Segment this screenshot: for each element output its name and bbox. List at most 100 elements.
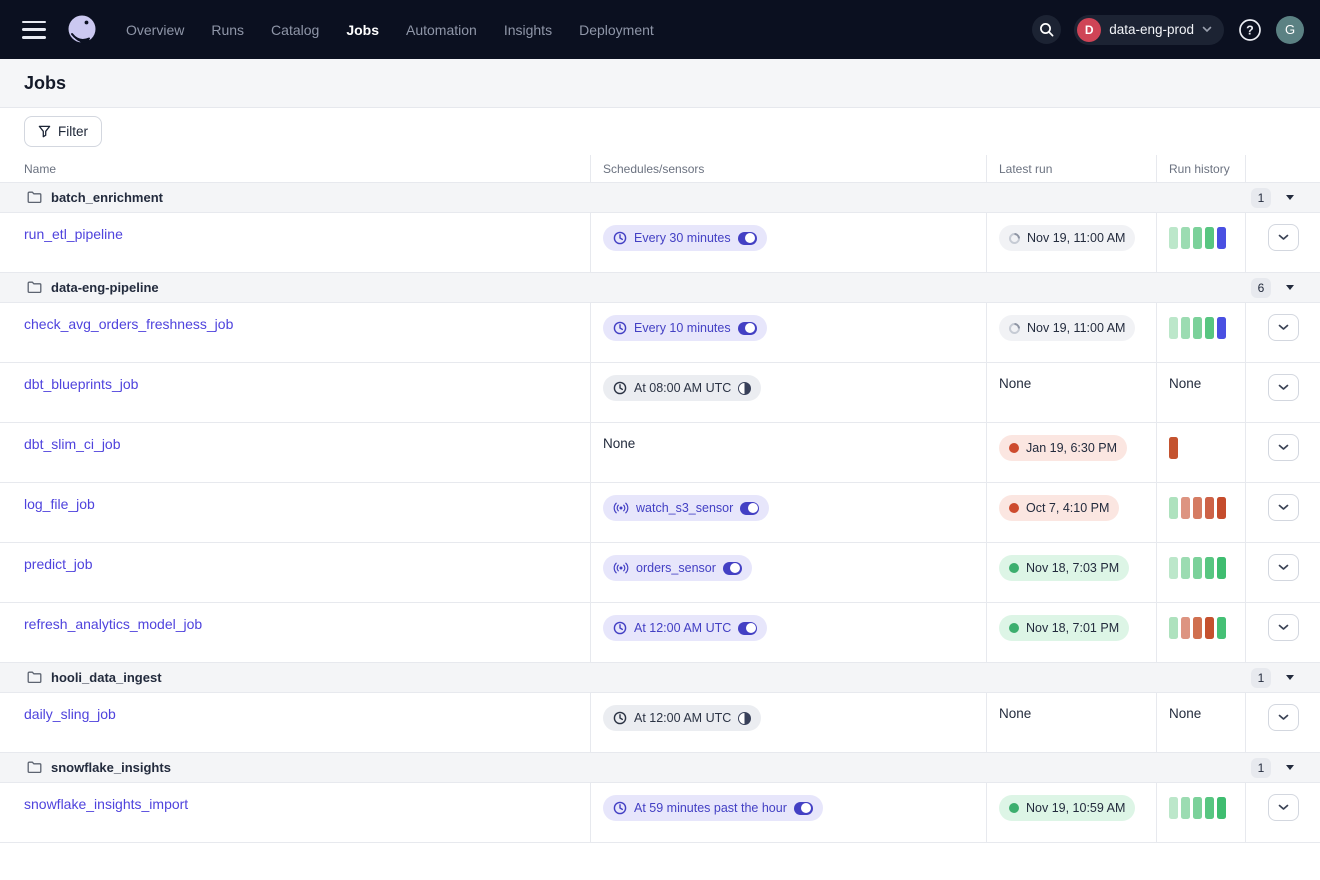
menu-icon[interactable] (22, 21, 46, 39)
nav-item-deployment[interactable]: Deployment (579, 22, 654, 38)
nav-item-catalog[interactable]: Catalog (271, 22, 319, 38)
deployment-switcher[interactable]: D data-eng-prod (1074, 15, 1224, 45)
nav-item-insights[interactable]: Insights (504, 22, 552, 38)
latest-run-badge[interactable]: Nov 18, 7:01 PM (999, 615, 1129, 641)
chevron-down-icon (1278, 324, 1289, 331)
run-history-bar[interactable] (1169, 617, 1178, 639)
run-history-bar[interactable] (1217, 557, 1226, 579)
job-link[interactable]: daily_sling_job (24, 706, 116, 722)
schedule-toggle[interactable] (738, 622, 757, 635)
expand-row-button[interactable] (1268, 704, 1299, 731)
schedule-toggle[interactable] (738, 232, 757, 245)
expand-row-button[interactable] (1268, 554, 1299, 581)
run-history-bar[interactable] (1205, 797, 1214, 819)
run-history-bar[interactable] (1169, 557, 1178, 579)
schedule-toggle[interactable] (740, 502, 759, 515)
expand-row-button[interactable] (1268, 614, 1299, 641)
job-link[interactable]: snowflake_insights_import (24, 796, 188, 812)
schedule-toggle[interactable] (738, 382, 751, 395)
expand-row-button[interactable] (1268, 314, 1299, 341)
schedule-badge[interactable]: Every 10 minutes (603, 315, 767, 341)
run-history-bar[interactable] (1193, 317, 1202, 339)
nav-item-automation[interactable]: Automation (406, 22, 477, 38)
group-collapse-caret-icon[interactable] (1286, 285, 1294, 290)
sensor-badge[interactable]: orders_sensor (603, 555, 752, 581)
run-history-bar[interactable] (1217, 797, 1226, 819)
group-row[interactable]: batch_enrichment 1 (0, 183, 1320, 213)
nav-item-jobs[interactable]: Jobs (346, 22, 379, 38)
latest-run-badge[interactable]: Nov 19, 11:00 AM (999, 225, 1135, 251)
group-row[interactable]: hooli_data_ingest 1 (0, 663, 1320, 693)
schedule-toggle[interactable] (723, 562, 742, 575)
schedule-toggle[interactable] (738, 322, 757, 335)
schedule-label: Every 10 minutes (634, 321, 731, 335)
user-avatar[interactable]: G (1276, 16, 1304, 44)
run-history-bar[interactable] (1193, 797, 1202, 819)
latest-run-badge[interactable]: Nov 19, 11:00 AM (999, 315, 1135, 341)
schedule-badge[interactable]: At 12:00 AM UTC (603, 615, 767, 641)
schedule-toggle[interactable] (794, 802, 813, 815)
run-history-bar[interactable] (1181, 797, 1190, 819)
expand-row-button[interactable] (1268, 374, 1299, 401)
latest-run-badge[interactable]: Nov 18, 7:03 PM (999, 555, 1129, 581)
run-history-bar[interactable] (1169, 497, 1178, 519)
schedule-badge[interactable]: At 59 minutes past the hour (603, 795, 823, 821)
job-link[interactable]: check_avg_orders_freshness_job (24, 316, 233, 332)
run-history-bar[interactable] (1217, 497, 1226, 519)
dagster-logo-icon[interactable] (64, 12, 100, 48)
job-link[interactable]: run_etl_pipeline (24, 226, 123, 242)
run-history-bar[interactable] (1205, 617, 1214, 639)
nav-item-runs[interactable]: Runs (211, 22, 244, 38)
run-history-bar[interactable] (1169, 437, 1178, 459)
schedule-badge[interactable]: At 12:00 AM UTC (603, 705, 761, 731)
run-history-bar[interactable] (1169, 317, 1178, 339)
run-history-bar[interactable] (1169, 797, 1178, 819)
run-history-bar[interactable] (1181, 227, 1190, 249)
group-collapse-caret-icon[interactable] (1286, 195, 1294, 200)
nav-item-overview[interactable]: Overview (126, 22, 184, 38)
latest-run-badge[interactable]: Nov 19, 10:59 AM (999, 795, 1135, 821)
run-history-bar[interactable] (1217, 317, 1226, 339)
run-history-bar[interactable] (1205, 227, 1214, 249)
latest-run-none: None (999, 376, 1031, 391)
run-history-cell: None (1156, 363, 1245, 422)
run-history-bar[interactable] (1193, 557, 1202, 579)
run-history-bar[interactable] (1205, 317, 1214, 339)
group-row[interactable]: data-eng-pipeline 6 (0, 273, 1320, 303)
expand-row-button[interactable] (1268, 224, 1299, 251)
run-history-bar[interactable] (1181, 557, 1190, 579)
group-row[interactable]: snowflake_insights 1 (0, 753, 1320, 783)
expand-row-button[interactable] (1268, 794, 1299, 821)
run-history-bar[interactable] (1181, 617, 1190, 639)
run-history-bar[interactable] (1205, 557, 1214, 579)
expand-row-button[interactable] (1268, 494, 1299, 521)
run-history-bar[interactable] (1217, 227, 1226, 249)
run-history-bar[interactable] (1217, 617, 1226, 639)
job-link[interactable]: predict_job (24, 556, 93, 572)
latest-run-badge[interactable]: Jan 19, 6:30 PM (999, 435, 1127, 461)
run-history-bar[interactable] (1193, 497, 1202, 519)
search-icon[interactable] (1032, 15, 1061, 44)
schedule-badge[interactable]: Every 30 minutes (603, 225, 767, 251)
success-dot-icon (1009, 563, 1019, 573)
run-history-bar[interactable] (1193, 617, 1202, 639)
run-history-bar[interactable] (1181, 317, 1190, 339)
schedule-badge[interactable]: At 08:00 AM UTC (603, 375, 761, 401)
group-collapse-caret-icon[interactable] (1286, 765, 1294, 770)
run-history-bar[interactable] (1205, 497, 1214, 519)
job-link[interactable]: log_file_job (24, 496, 95, 512)
sensor-badge[interactable]: watch_s3_sensor (603, 495, 769, 521)
run-history-bar[interactable] (1181, 497, 1190, 519)
group-collapse-caret-icon[interactable] (1286, 675, 1294, 680)
latest-run-badge[interactable]: Oct 7, 4:10 PM (999, 495, 1119, 521)
run-history-bar[interactable] (1193, 227, 1202, 249)
help-icon[interactable]: ? (1237, 17, 1263, 43)
job-link[interactable]: refresh_analytics_model_job (24, 616, 202, 632)
expand-row-button[interactable] (1268, 434, 1299, 461)
filter-button[interactable]: Filter (24, 116, 102, 147)
job-link[interactable]: dbt_blueprints_job (24, 376, 138, 392)
job-row: check_avg_orders_freshness_job Every 10 … (0, 303, 1320, 363)
run-history-bar[interactable] (1169, 227, 1178, 249)
schedule-toggle[interactable] (738, 712, 751, 725)
job-link[interactable]: dbt_slim_ci_job (24, 436, 121, 452)
